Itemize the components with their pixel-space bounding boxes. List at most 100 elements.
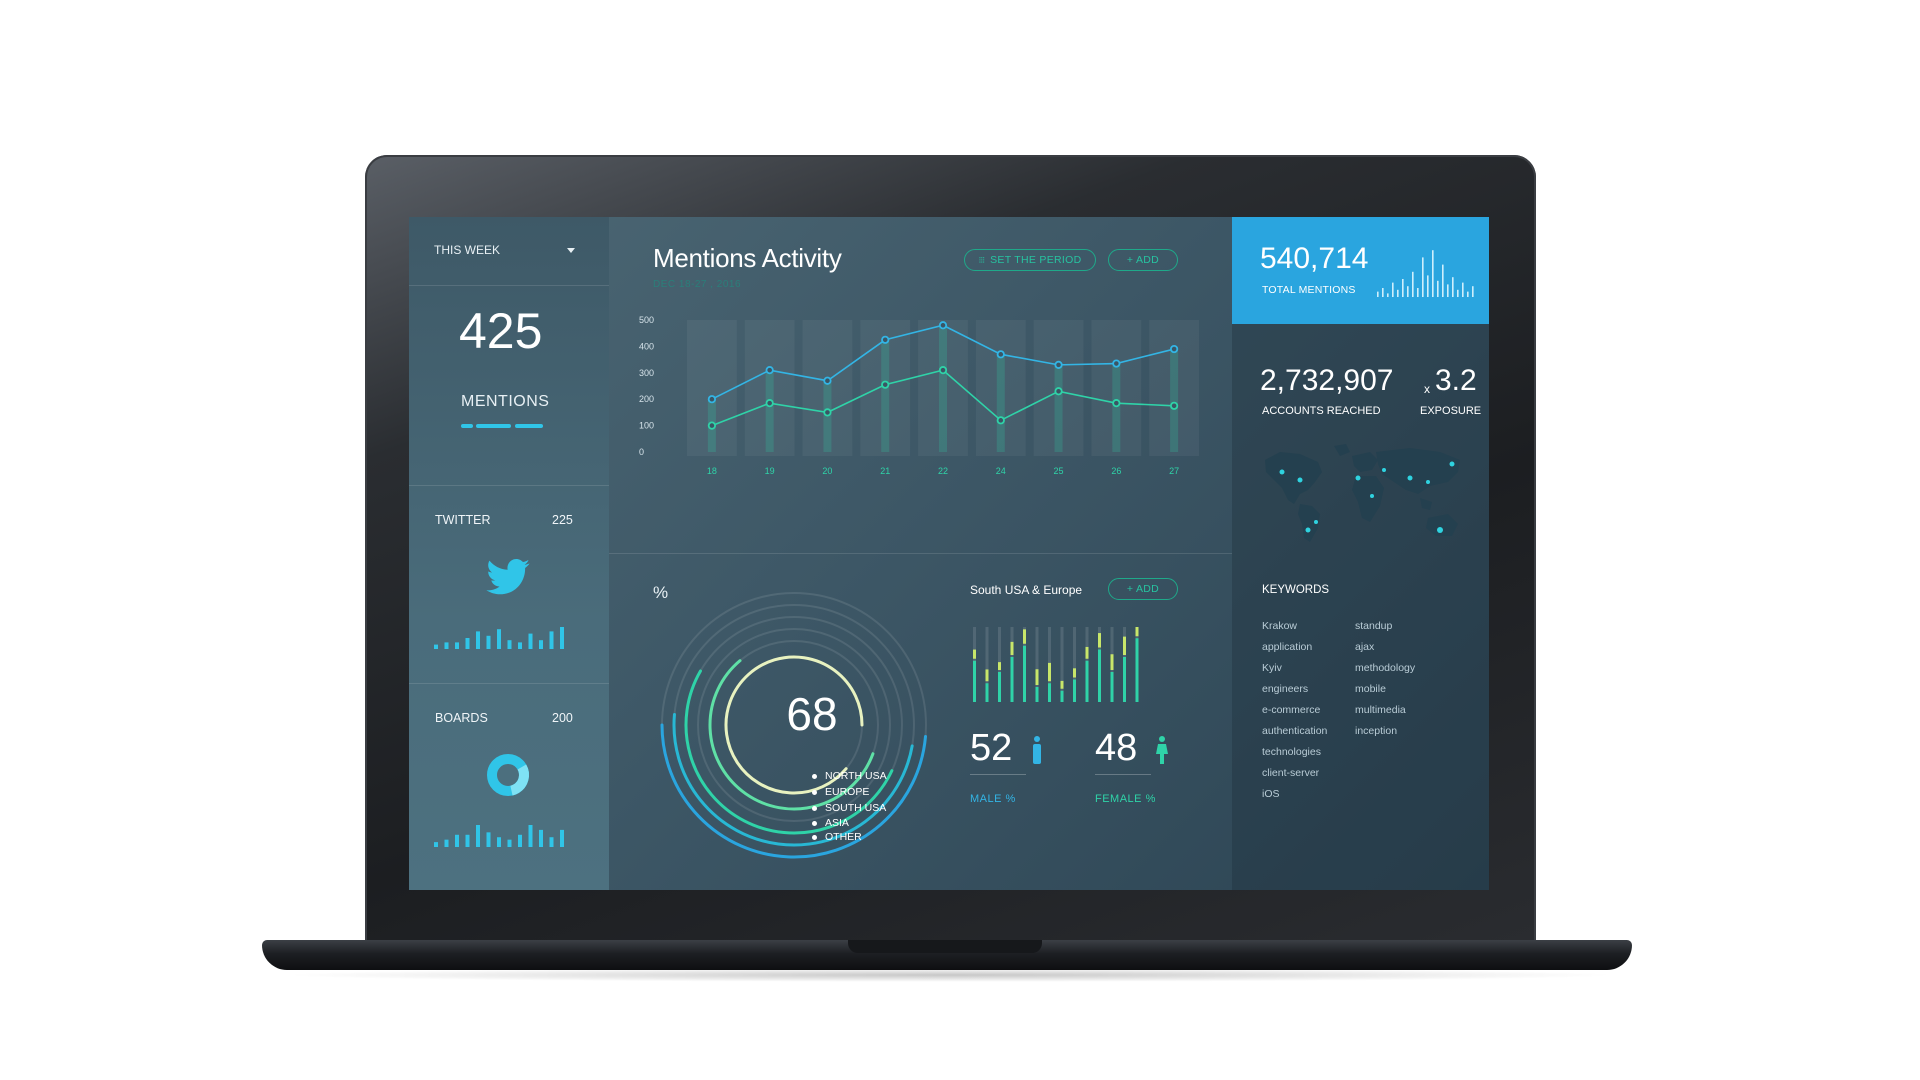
legend-label: OTHER	[825, 831, 862, 843]
sidebar: THIS WEEK 425 MENTIONS TWITTER 225 BOARD…	[409, 217, 609, 890]
divider	[609, 553, 1232, 554]
mentions-bar	[476, 424, 511, 428]
spark-bar	[1407, 286, 1409, 297]
legend-dot	[812, 820, 817, 826]
data-point	[765, 366, 774, 375]
legend-dot	[812, 773, 817, 779]
spark-bar	[560, 627, 564, 649]
donut-icon	[487, 754, 529, 796]
spark-bar	[444, 839, 449, 847]
data-point	[938, 366, 948, 375]
set-period-button[interactable]: ⁝⁝⁝ SET THE PERIOD	[964, 249, 1096, 271]
exposure-prefix: x	[1424, 382, 1430, 396]
keyword-item[interactable]: engineers	[1262, 683, 1308, 695]
accounts-reached-label: ACCOUNTS REACHED	[1262, 405, 1381, 417]
keyword-item[interactable]: iOS	[1262, 788, 1280, 800]
data-point	[996, 416, 1005, 425]
spark-bar	[465, 834, 470, 847]
data-point	[707, 421, 716, 430]
add-button[interactable]: + ADD	[1108, 249, 1178, 271]
exposure-value: 3.2	[1435, 364, 1477, 397]
legend-label: EUROPE	[825, 786, 870, 798]
spark-bar	[518, 834, 522, 847]
page-title: Mentions Activity	[653, 243, 842, 273]
bar-green	[985, 683, 989, 702]
keyword-item[interactable]: ajax	[1355, 641, 1374, 653]
divider	[1095, 774, 1151, 775]
y-tick-label: 100	[639, 421, 654, 431]
bar-accent	[1035, 669, 1039, 685]
data-point	[1112, 399, 1121, 408]
spark-bar	[444, 642, 449, 649]
chart-bar	[1170, 349, 1179, 452]
region-add-button[interactable]: + ADD	[1108, 578, 1178, 600]
spark-bar	[528, 633, 533, 649]
data-point	[1054, 360, 1063, 369]
legend-label: SOUTH USA	[825, 802, 887, 814]
spark-bar	[507, 640, 512, 649]
spark-bar	[1417, 288, 1419, 297]
twitter-sparkline	[434, 627, 564, 649]
spark-bar	[434, 842, 438, 847]
set-period-label: SET THE PERIOD	[990, 254, 1082, 266]
legend-item: ASIA	[812, 817, 849, 829]
spark-bar	[455, 834, 459, 847]
female-icon	[1156, 736, 1168, 764]
grid-icon: ⁝⁝⁝	[978, 254, 986, 265]
laptop-notch	[848, 940, 1042, 953]
keyword-item[interactable]: technologies	[1262, 746, 1321, 758]
keyword-item[interactable]: inception	[1355, 725, 1397, 737]
spark-bar	[497, 837, 501, 847]
date-range: DEC 18-27 , 2016	[653, 279, 742, 290]
keyword-item[interactable]: methodology	[1355, 662, 1415, 674]
keyword-item[interactable]: mobile	[1355, 683, 1386, 695]
x-tick-label: 26	[1111, 466, 1121, 476]
data-point	[1170, 344, 1179, 354]
x-tick-label: 18	[707, 466, 717, 476]
chevron-down-icon[interactable]	[567, 248, 575, 253]
keyword-item[interactable]: authentication	[1262, 725, 1327, 737]
bar-green	[1135, 638, 1139, 702]
mentions-label: MENTIONS	[461, 393, 550, 410]
keyword-item[interactable]: standup	[1355, 620, 1392, 632]
keyword-item[interactable]: e-commerce	[1262, 704, 1320, 716]
spark-bar	[1447, 284, 1449, 297]
mentions-count: 425	[459, 303, 543, 359]
male-label: MALE %	[970, 793, 1016, 805]
keyword-item[interactable]: application	[1262, 641, 1312, 653]
keyword-item[interactable]: Krakow	[1262, 620, 1297, 632]
period-dropdown[interactable]: THIS WEEK	[434, 243, 500, 257]
chart-bar	[1054, 364, 1063, 452]
keyword-item[interactable]: multimedia	[1355, 704, 1406, 716]
female-value: 48	[1095, 727, 1138, 769]
bar-green	[1073, 679, 1076, 702]
divider	[970, 774, 1026, 775]
chart-bar	[1112, 363, 1121, 452]
dashboard-screen: THIS WEEK 425 MENTIONS TWITTER 225 BOARD…	[409, 217, 1489, 890]
female-label: FEMALE %	[1095, 793, 1156, 805]
keyword-item[interactable]: Kyiv	[1262, 662, 1282, 674]
mentions-line-chart: 500 400 300 200 100 0 18 19 20 21 22 24 25 26 27	[639, 315, 1199, 476]
keyword-item[interactable]: client-server	[1262, 767, 1319, 779]
spark-bar	[1392, 282, 1394, 297]
x-tick-label: 19	[765, 466, 775, 476]
spark-bar	[1442, 264, 1444, 297]
twitter-count: 225	[552, 513, 573, 527]
bar-accent	[1123, 636, 1126, 655]
bar-green	[1035, 687, 1039, 702]
spark-bar	[455, 642, 459, 649]
bar-green	[1023, 645, 1026, 702]
spark-bar	[1437, 280, 1439, 297]
bar-green	[1048, 683, 1051, 702]
exposure-label: EXPOSURE	[1420, 405, 1482, 417]
accounts-reached-value: 2,732,907	[1260, 364, 1394, 397]
bar-accent	[985, 669, 989, 682]
spark-bar	[528, 825, 533, 847]
bar-green	[1123, 657, 1126, 702]
bar-green	[998, 672, 1001, 702]
spark-bar	[476, 825, 480, 847]
bar-accent	[1010, 641, 1014, 655]
legend-dot	[812, 789, 817, 795]
legend-dot	[812, 805, 817, 811]
chart-bar	[881, 339, 890, 452]
